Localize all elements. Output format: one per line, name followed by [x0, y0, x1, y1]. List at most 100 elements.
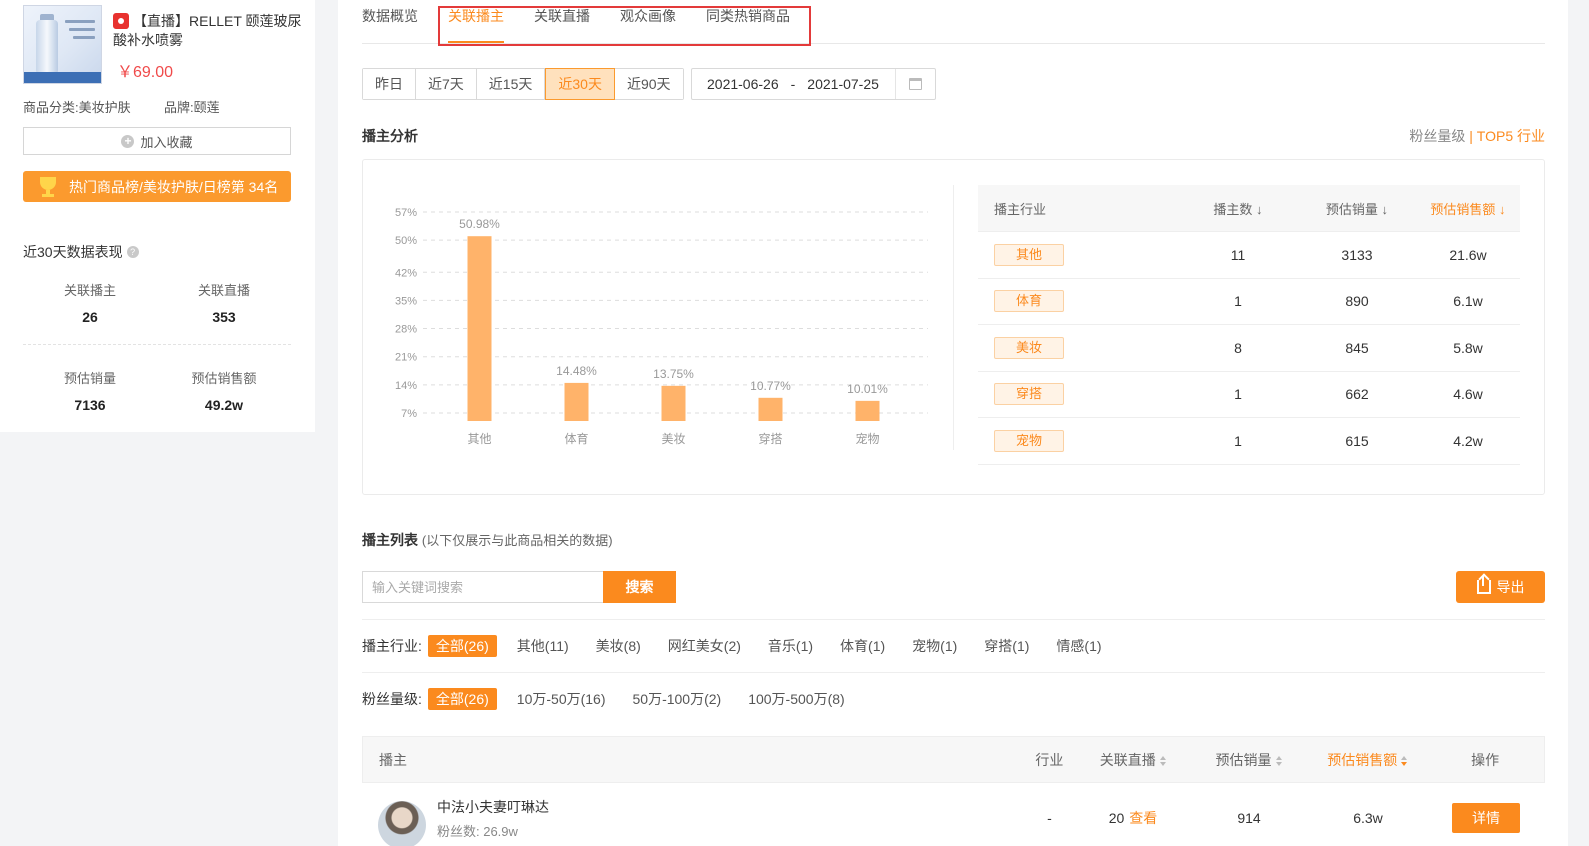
y-tick-label: 35%: [395, 295, 417, 307]
filter-industry-all[interactable]: 全部(26): [427, 635, 497, 657]
date-start: 2021-06-26: [707, 76, 779, 92]
anchor-name[interactable]: 中法小夫妻叮琳达: [437, 797, 549, 817]
header-amount[interactable]: 预估销售额 ↓: [1416, 199, 1520, 218]
brand-info: 品牌:颐莲: [164, 97, 220, 116]
date-90days-button[interactable]: 近90天: [614, 69, 683, 99]
filter-fans-all[interactable]: 全部(26): [427, 688, 497, 710]
filter-industry-sports[interactable]: 体育(1): [840, 636, 885, 656]
header-industry: 行业: [1035, 751, 1064, 768]
tab-similar-hot-products[interactable]: 同类热销商品: [706, 0, 790, 44]
y-tick-label: 21%: [395, 352, 417, 364]
analysis-view-switch: 粉丝量级 | TOP5 行业: [1409, 126, 1545, 146]
date-yesterday-button[interactable]: 昨日: [363, 69, 416, 99]
add-favorite-label: 加入收藏: [140, 134, 193, 150]
detail-button[interactable]: 详情: [1452, 803, 1520, 833]
calendar-icon[interactable]: [895, 69, 935, 99]
category-info: 商品分类:美妆护肤: [23, 97, 131, 116]
sort-icon: [1401, 755, 1408, 766]
rank-banner[interactable]: 热门商品榜/美妆护肤/日榜第 34名: [23, 171, 291, 202]
y-tick-label: 42%: [395, 267, 417, 279]
bar: [758, 397, 783, 421]
category-label: 商品分类:: [23, 100, 79, 115]
header-industry: 播主行业: [994, 201, 1047, 217]
bar: [564, 382, 589, 421]
search-button[interactable]: 搜索: [603, 571, 676, 603]
main-panel: 数据概览 关联播主 关联直播 观众画像 同类热销商品 昨日 近7天 近15天 近…: [338, 0, 1568, 846]
export-button[interactable]: 导出: [1456, 571, 1545, 603]
view-lives-link[interactable]: 查看: [1129, 810, 1157, 826]
x-tick-label: 美妆: [661, 432, 685, 446]
stat-value: 49.2w: [204, 397, 244, 413]
search-input[interactable]: [362, 571, 604, 603]
filter-fans-500k-1m[interactable]: 50万-100万(2): [633, 689, 722, 709]
header-estimated-sales[interactable]: 预估销量: [1189, 750, 1309, 770]
table-row: 美妆 8 845 5.8w: [978, 325, 1520, 372]
tab-overview[interactable]: 数据概览: [362, 0, 418, 44]
product-image[interactable]: [23, 5, 102, 84]
product-title[interactable]: 【直播】RELLET 颐莲玻尿酸补水喷雾: [113, 12, 303, 50]
live-count: 20: [1108, 810, 1125, 826]
filter-fans-1m-5m[interactable]: 100万-500万(8): [748, 689, 845, 709]
sales-value: 3133: [1341, 246, 1373, 263]
header-estimated-sales-label: 预估销量: [1215, 751, 1272, 768]
date-15days-button[interactable]: 近15天: [476, 69, 546, 99]
anchor-list-title-text: 播主列表: [362, 532, 418, 548]
x-tick-label: 穿搭: [758, 431, 782, 446]
anchor-count: 1: [1234, 432, 1242, 449]
date-range-picker[interactable]: 2021-06-26 - 2021-07-25: [691, 68, 936, 100]
header-anchor-count-label: 播主数: [1213, 201, 1253, 217]
sort-icon: [1159, 755, 1166, 766]
filter-fans-100k-500k[interactable]: 10万-50万(16): [517, 689, 606, 709]
filter-industry-music[interactable]: 音乐(1): [768, 636, 813, 656]
tab-bar: 数据概览 关联播主 关联直播 观众画像 同类热销商品: [362, 0, 820, 44]
industry-tag: 美妆: [994, 336, 1064, 359]
sales-value: 615: [1345, 432, 1369, 449]
fans-level-link[interactable]: 粉丝量级: [1409, 128, 1465, 144]
header-estimated-amount[interactable]: 预估销售额: [1308, 750, 1426, 770]
filter-industry-pets[interactable]: 宠物(1): [912, 636, 957, 656]
help-icon[interactable]: ?: [126, 246, 139, 258]
category-value: 美妆护肤: [78, 100, 131, 115]
plus-icon: +: [121, 134, 135, 148]
summary-title: 近30天数据表现 ?: [23, 242, 139, 262]
anchor-fans: 粉丝数: 26.9w: [437, 823, 518, 839]
filter-industry-fashion[interactable]: 穿搭(1): [984, 636, 1029, 656]
filter-industry-emotion[interactable]: 情感(1): [1056, 636, 1101, 656]
date-7days-button[interactable]: 近7天: [416, 69, 477, 99]
header-related-lives[interactable]: 关联直播: [1077, 750, 1189, 770]
industry-filter-label: 播主行业:: [362, 638, 422, 654]
industry-filter: 播主行业: 全部(26) 其他(11) 美妆(8) 网红美女(2) 音乐(1) …: [362, 635, 1129, 657]
anchor-count: 8: [1234, 339, 1242, 356]
amount-value: 5.8w: [1453, 339, 1483, 356]
anchor-list-subtitle: (以下仅展示与此商品相关的数据): [421, 533, 613, 548]
table-row: 中法小夫妻叮琳达 粉丝数: 26.9w - 20 查看 914 6.3w 详情: [362, 783, 1545, 846]
fans-filter-label: 粉丝量级:: [362, 691, 422, 707]
stat-label: 预估销量: [63, 371, 116, 386]
header-anchor-count[interactable]: 播主数 ↓: [1178, 199, 1298, 218]
sort-icon: [1275, 755, 1282, 766]
filter-industry-other[interactable]: 其他(11): [517, 636, 569, 656]
bar-value-label: 13.75%: [653, 367, 694, 381]
filter-industry-influencer[interactable]: 网红美女(2): [668, 636, 741, 656]
bar: [855, 400, 880, 421]
summary-title-text: 近30天数据表现: [23, 244, 123, 260]
anchor-count: 1: [1234, 293, 1242, 310]
anchor-list-title: 播主列表 (以下仅展示与此商品相关的数据): [362, 530, 613, 550]
trophy-icon: [37, 176, 59, 197]
tab-related-anchors[interactable]: 关联播主: [448, 0, 504, 44]
tab-audience-profile[interactable]: 观众画像: [620, 0, 676, 44]
header-sales[interactable]: 预估销量 ↓: [1298, 199, 1416, 218]
sales-value: 914: [1237, 810, 1261, 826]
filter-industry-beauty[interactable]: 美妆(8): [596, 636, 641, 656]
avatar[interactable]: [378, 801, 426, 846]
add-favorite-button[interactable]: + 加入收藏: [23, 127, 291, 155]
tab-related-lives[interactable]: 关联直播: [534, 0, 590, 44]
amount-value: 6.1w: [1453, 293, 1483, 310]
date-separator: -: [790, 76, 796, 92]
date-30days-button[interactable]: 近30天: [545, 68, 615, 100]
top5-industry-link[interactable]: TOP5 行业: [1477, 128, 1545, 144]
industry-table: 播主行业 播主数 ↓ 预估销量 ↓ 预估销售额 ↓ 其他 11 3133 21.…: [978, 185, 1520, 465]
tab-divider: [362, 43, 1545, 44]
image-text-line: [73, 36, 95, 39]
bottle-shape: [36, 20, 58, 76]
